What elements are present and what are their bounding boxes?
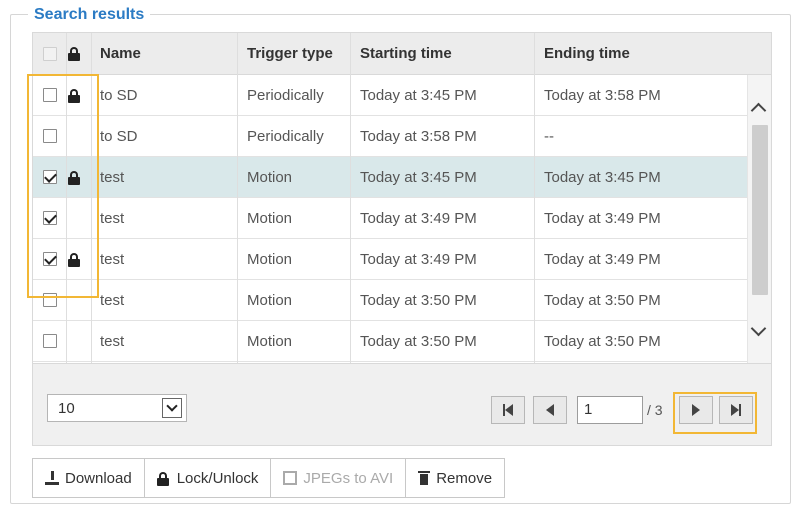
column-header-ending-time[interactable]: Ending time bbox=[544, 33, 630, 74]
cell-ending-time: Today at 3:50 PM bbox=[544, 291, 661, 309]
download-button[interactable]: Download bbox=[32, 458, 145, 498]
cell-ending-time: Today at 3:50 PM bbox=[544, 332, 661, 350]
cell-name: test bbox=[100, 332, 125, 350]
per-page-value: 10 bbox=[58, 400, 75, 417]
page-number-input[interactable]: 1 bbox=[577, 396, 643, 424]
cell-ending-time: Today at 3:49 PM bbox=[544, 209, 661, 227]
cell-ending-time: Today at 3:49 PM bbox=[544, 250, 661, 268]
first-page-button[interactable] bbox=[491, 396, 525, 424]
download-icon bbox=[45, 471, 59, 485]
cell-starting-time: Today at 3:45 PM bbox=[360, 86, 477, 104]
lock-icon bbox=[68, 170, 80, 185]
page-total: / 3 bbox=[647, 402, 663, 418]
row-checkbox[interactable] bbox=[43, 129, 57, 143]
cell-ending-time: Today at 3:45 PM bbox=[544, 168, 661, 186]
per-page-select[interactable]: 10 bbox=[47, 394, 187, 422]
cell-trigger-type: Motion bbox=[247, 250, 293, 268]
select-all-checkbox[interactable] bbox=[43, 46, 57, 61]
lock-icon bbox=[68, 88, 80, 103]
row-checkbox[interactable] bbox=[43, 211, 57, 225]
table-row[interactable]: test Motion Today at 3:50 PM Today at 3:50 … bbox=[33, 321, 749, 362]
cell-name: test bbox=[100, 168, 125, 186]
cell-trigger-type: Motion bbox=[247, 332, 293, 350]
trash-icon bbox=[418, 471, 431, 485]
cell-trigger-type: Motion bbox=[247, 291, 293, 309]
lock-icon bbox=[68, 252, 80, 267]
table-scrollbar[interactable] bbox=[747, 75, 771, 363]
prev-page-icon bbox=[546, 404, 554, 416]
table-row[interactable]: test Motion Today at 3:45 PM Today at 3:45 … bbox=[33, 157, 749, 198]
column-header-trigger-type[interactable]: Trigger type bbox=[247, 33, 333, 74]
prev-page-button[interactable] bbox=[533, 396, 567, 424]
cell-ending-time: -- bbox=[544, 127, 554, 145]
section-title: Search results bbox=[28, 6, 151, 24]
column-header-starting-time[interactable]: Starting time bbox=[360, 33, 452, 74]
lock-icon bbox=[156, 471, 171, 486]
jpegs-to-avi-button[interactable]: JPEGs to AVI bbox=[270, 458, 407, 498]
cell-name: to SD bbox=[100, 127, 138, 145]
cell-starting-time: Today at 3:50 PM bbox=[360, 291, 477, 309]
cell-name: to SD bbox=[100, 86, 138, 104]
row-checkbox[interactable] bbox=[43, 293, 57, 307]
results-table: Name Trigger type Starting time Ending t… bbox=[32, 32, 772, 364]
lock-unlock-button[interactable]: Lock/Unlock bbox=[143, 458, 272, 498]
cell-trigger-type: Periodically bbox=[247, 127, 324, 145]
action-toolbar: Download Lock/Unlock JPEGs to AVI Remove bbox=[32, 458, 506, 498]
last-page-button[interactable] bbox=[719, 396, 753, 424]
lock-header-icon bbox=[68, 47, 80, 61]
next-page-icon bbox=[692, 404, 700, 416]
table-row[interactable]: to SD Periodically Today at 3:45 PM Today a… bbox=[33, 75, 749, 116]
table-header: Name Trigger type Starting time Ending t… bbox=[33, 33, 771, 75]
table-footer: 10 1 / 3 bbox=[32, 364, 772, 446]
table-row[interactable]: test Motion Today at 3:49 PM Today at 3:49 … bbox=[33, 239, 749, 280]
column-header-name[interactable]: Name bbox=[100, 33, 141, 74]
cell-trigger-type: Motion bbox=[247, 168, 293, 186]
film-icon bbox=[283, 471, 298, 485]
table-row[interactable]: to SD Periodically Today at 3:58 PM -- bbox=[33, 116, 749, 157]
last-page-icon bbox=[739, 404, 741, 416]
cell-trigger-type: Motion bbox=[247, 209, 293, 227]
chevron-down-icon[interactable] bbox=[162, 398, 182, 418]
row-checkbox[interactable] bbox=[43, 252, 57, 266]
cell-name: test bbox=[100, 291, 125, 309]
next-page-button[interactable] bbox=[679, 396, 713, 424]
cell-starting-time: Today at 3:50 PM bbox=[360, 332, 477, 350]
cell-ending-time: Today at 3:58 PM bbox=[544, 86, 661, 104]
row-checkbox[interactable] bbox=[43, 88, 57, 102]
cell-starting-time: Today at 3:58 PM bbox=[360, 127, 477, 145]
table-row[interactable]: test Motion Today at 3:50 PM Today at 3:50 … bbox=[33, 280, 749, 321]
scroll-down-icon[interactable] bbox=[750, 320, 767, 337]
remove-button[interactable]: Remove bbox=[405, 458, 506, 498]
cell-starting-time: Today at 3:49 PM bbox=[360, 250, 477, 268]
row-checkbox[interactable] bbox=[43, 334, 57, 348]
scroll-up-icon[interactable] bbox=[750, 102, 767, 119]
cell-trigger-type: Periodically bbox=[247, 86, 324, 104]
scroll-thumb[interactable] bbox=[752, 125, 768, 295]
cell-starting-time: Today at 3:45 PM bbox=[360, 168, 477, 186]
cell-name: test bbox=[100, 209, 125, 227]
cell-starting-time: Today at 3:49 PM bbox=[360, 209, 477, 227]
row-checkbox[interactable] bbox=[43, 170, 57, 184]
table-row[interactable]: test Motion Today at 3:49 PM Today at 3:49 … bbox=[33, 198, 749, 239]
cell-name: test bbox=[100, 250, 125, 268]
